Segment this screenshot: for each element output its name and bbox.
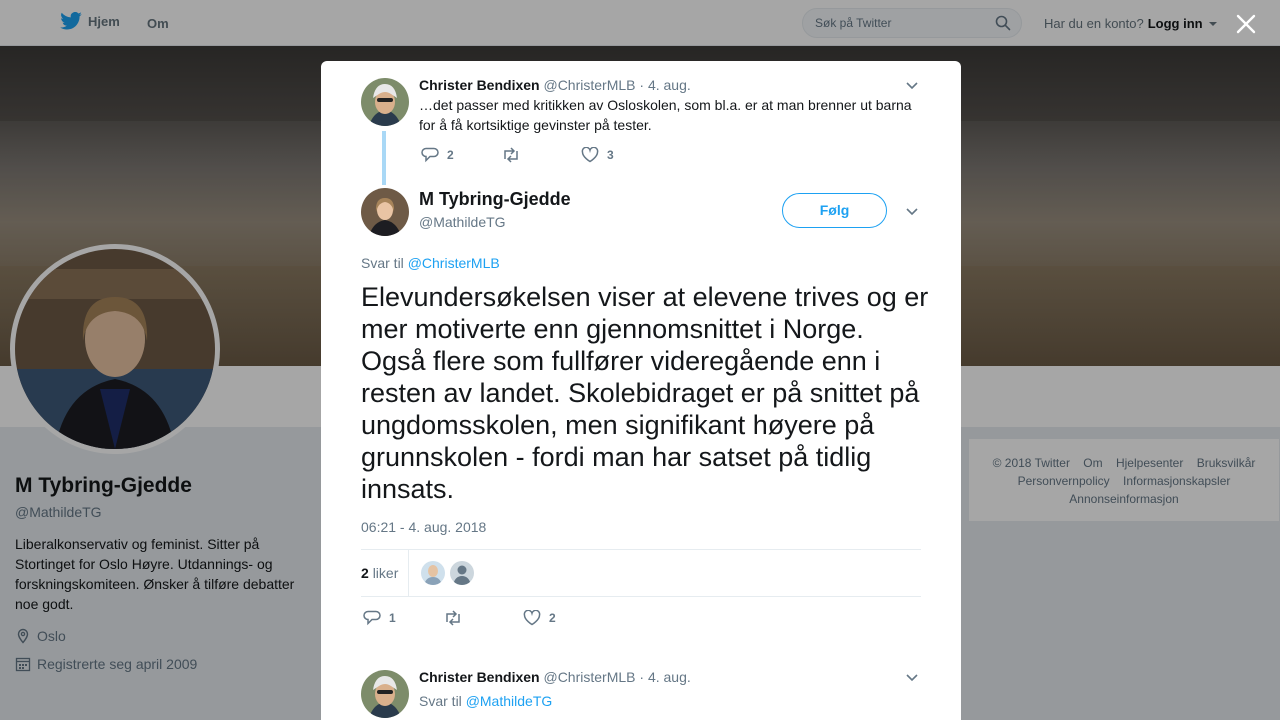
reply-to-link[interactable]: @ChristerMLB bbox=[408, 255, 500, 271]
reply-tweet-context: Svar til @MathildeTG bbox=[419, 693, 552, 709]
parent-tweet-author[interactable]: Christer Bendixen bbox=[419, 77, 540, 93]
like-count: 3 bbox=[607, 148, 614, 162]
reply-to-context: Svar til @ChristerMLB bbox=[361, 255, 500, 271]
reply-icon bbox=[363, 610, 381, 626]
reply-tweet-prefix: Svar til bbox=[419, 693, 462, 709]
reply-count: 2 bbox=[447, 148, 454, 162]
heart-icon bbox=[581, 147, 599, 163]
retweet-button[interactable] bbox=[501, 147, 581, 163]
avatar[interactable] bbox=[361, 78, 409, 126]
reply-tweet-date[interactable]: · 4. aug. bbox=[639, 669, 690, 685]
stats-divider bbox=[408, 550, 409, 596]
parent-tweet-text: …det passer med kritikken av Osloskolen,… bbox=[419, 97, 912, 133]
parent-tweet-handle[interactable]: @ChristerMLB bbox=[543, 77, 635, 93]
chevron-down-icon[interactable] bbox=[905, 670, 919, 684]
likes-stat-count: 2 bbox=[361, 565, 369, 581]
tweet-permalink-modal: Christer Bendixen @ChristerMLB · 4. aug.… bbox=[321, 61, 961, 720]
reply-icon bbox=[421, 147, 439, 163]
thread-connector-line bbox=[382, 131, 386, 185]
reply-tweet-header: Christer Bendixen @ChristerMLB · 4. aug. bbox=[419, 669, 691, 685]
main-tweet-author[interactable]: M Tybring-Gjedde bbox=[419, 189, 571, 210]
chevron-down-icon[interactable] bbox=[905, 204, 919, 218]
likes-stat-label: liker bbox=[372, 565, 399, 581]
like-button[interactable]: 2 bbox=[523, 610, 556, 626]
chevron-down-icon[interactable] bbox=[905, 78, 919, 92]
reply-count: 1 bbox=[389, 611, 396, 625]
reply-button[interactable]: 2 bbox=[421, 147, 501, 163]
reply-button[interactable]: 1 bbox=[363, 610, 443, 626]
reply-tweet-link[interactable]: @MathildeTG bbox=[466, 693, 553, 709]
parent-tweet-date[interactable]: · 4. aug. bbox=[639, 77, 690, 93]
avatar[interactable] bbox=[361, 670, 409, 718]
likes-stat[interactable]: 2 liker bbox=[361, 565, 398, 581]
avatar[interactable] bbox=[361, 188, 409, 236]
main-tweet-text: Elevundersøkelsen viser at elevene trive… bbox=[361, 282, 929, 504]
like-count: 2 bbox=[549, 611, 556, 625]
retweet-icon bbox=[504, 147, 518, 163]
close-icon[interactable] bbox=[1234, 12, 1258, 36]
parent-tweet-header: Christer Bendixen @ChristerMLB · 4. aug. bbox=[419, 77, 691, 93]
reply-to-prefix: Svar til bbox=[361, 255, 404, 271]
liker-avatar[interactable] bbox=[450, 561, 474, 585]
reply-tweet-handle[interactable]: @ChristerMLB bbox=[543, 669, 635, 685]
main-tweet-actions: 1 2 bbox=[363, 610, 556, 626]
parent-tweet-actions: 2 3 bbox=[421, 147, 614, 163]
main-tweet-timestamp[interactable]: 06:21 - 4. aug. 2018 bbox=[361, 519, 486, 535]
tweet-stats: 2 liker bbox=[361, 549, 921, 597]
like-button[interactable]: 3 bbox=[581, 147, 614, 163]
heart-icon bbox=[523, 610, 541, 626]
liker-avatar[interactable] bbox=[421, 561, 445, 585]
main-tweet-handle[interactable]: @MathildeTG bbox=[419, 214, 506, 230]
retweet-icon bbox=[446, 610, 460, 626]
follow-button[interactable]: Følg bbox=[782, 193, 887, 228]
retweet-button[interactable] bbox=[443, 610, 523, 626]
reply-tweet-author[interactable]: Christer Bendixen bbox=[419, 669, 540, 685]
